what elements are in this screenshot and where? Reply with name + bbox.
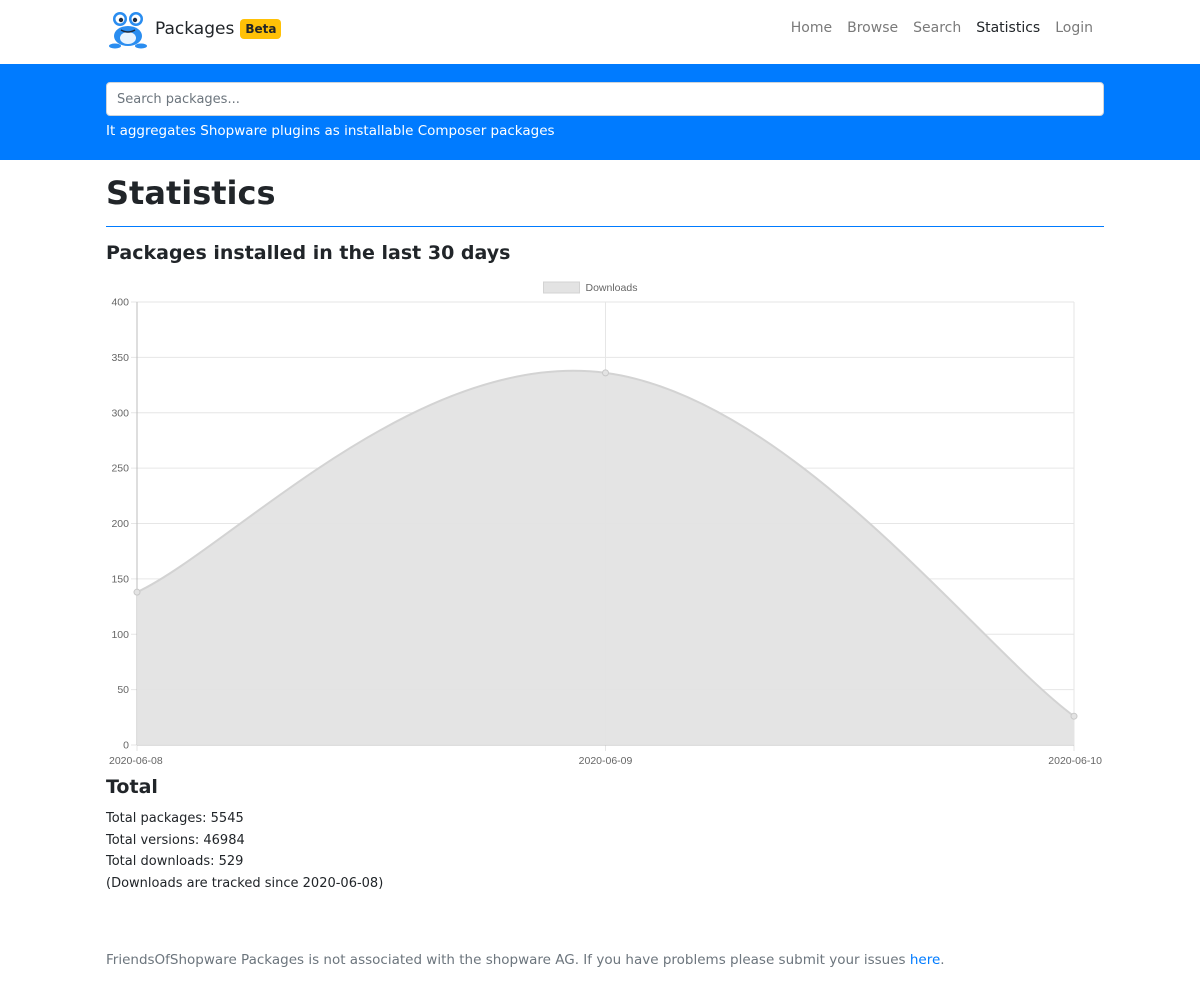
nav-browse[interactable]: Browse	[847, 20, 898, 36]
main-nav: Home Browse Search Statistics Login	[791, 20, 1093, 36]
y-axis-ticks: 0 50 100 150 200 250 300 350 400	[111, 297, 129, 752]
downloads-chart: 050100150200250300350400 2020-06-08 2020-…	[109, 281, 1102, 767]
y-tick-label: 250	[111, 463, 129, 475]
chart-heading: Packages installed in the last 30 days	[106, 242, 511, 264]
x-tick-label: 2020-06-08	[109, 755, 163, 767]
stat-tracking-note: (Downloads are tracked since 2020-06-08)	[106, 875, 384, 891]
nav-statistics[interactable]: Statistics	[976, 20, 1040, 36]
chart-legend: Downloads	[543, 281, 638, 294]
y-tick-label: 200	[111, 518, 129, 530]
page-title: Statistics	[106, 174, 276, 212]
y-tick-label: 150	[111, 573, 129, 585]
x-tick-label: 2020-06-10	[1048, 755, 1102, 767]
beta-badge: Beta	[240, 19, 282, 39]
y-tick-label: 400	[111, 297, 129, 309]
y-tick-label: 350	[111, 352, 129, 364]
nav-home[interactable]: Home	[791, 20, 832, 36]
stat-total-downloads: Total downloads: 529	[106, 854, 244, 870]
data-point	[1070, 712, 1078, 720]
navbar: Packages Beta Home Browse Search Statist…	[0, 0, 1200, 64]
chart-area	[133, 369, 1078, 745]
y-tick-label: 0	[123, 740, 129, 752]
y-tick-label: 50	[117, 684, 129, 696]
footer-issues-link[interactable]: here	[910, 952, 940, 968]
x-tick-label: 2020-06-09	[579, 755, 633, 767]
search-input[interactable]	[106, 82, 1104, 116]
total-heading: Total	[106, 776, 158, 798]
y-tick-label: 300	[111, 407, 129, 419]
hero-banner: It aggregates Shopware plugins as instal…	[0, 64, 1200, 160]
x-axis-ticks: 2020-06-08 2020-06-09 2020-06-10	[109, 755, 1102, 767]
y-tick-label: 100	[111, 629, 129, 641]
nav-search[interactable]: Search	[913, 20, 961, 36]
data-point	[602, 369, 609, 377]
data-point	[133, 588, 141, 596]
nav-login[interactable]: Login	[1055, 20, 1093, 36]
footer: FriendsOfShopware Packages is not associ…	[106, 952, 945, 968]
stats-list: Total packages: 5545 Total versions: 469…	[106, 808, 383, 894]
series-area-fill	[137, 370, 1074, 745]
stat-total-packages: Total packages: 5545	[106, 811, 244, 826]
frog-logo-icon	[109, 12, 147, 49]
legend-swatch	[543, 281, 580, 294]
footer-suffix: .	[940, 952, 945, 968]
legend-label: Downloads	[586, 282, 638, 294]
title-divider	[106, 226, 1104, 227]
stat-total-versions: Total versions: 46984	[106, 832, 245, 848]
brand-link[interactable]: Packages Beta	[107, 8, 282, 50]
footer-text: FriendsOfShopware Packages is not associ…	[106, 952, 910, 968]
brand-text: Packages	[155, 19, 235, 39]
tagline: It aggregates Shopware plugins as instal…	[106, 123, 555, 139]
